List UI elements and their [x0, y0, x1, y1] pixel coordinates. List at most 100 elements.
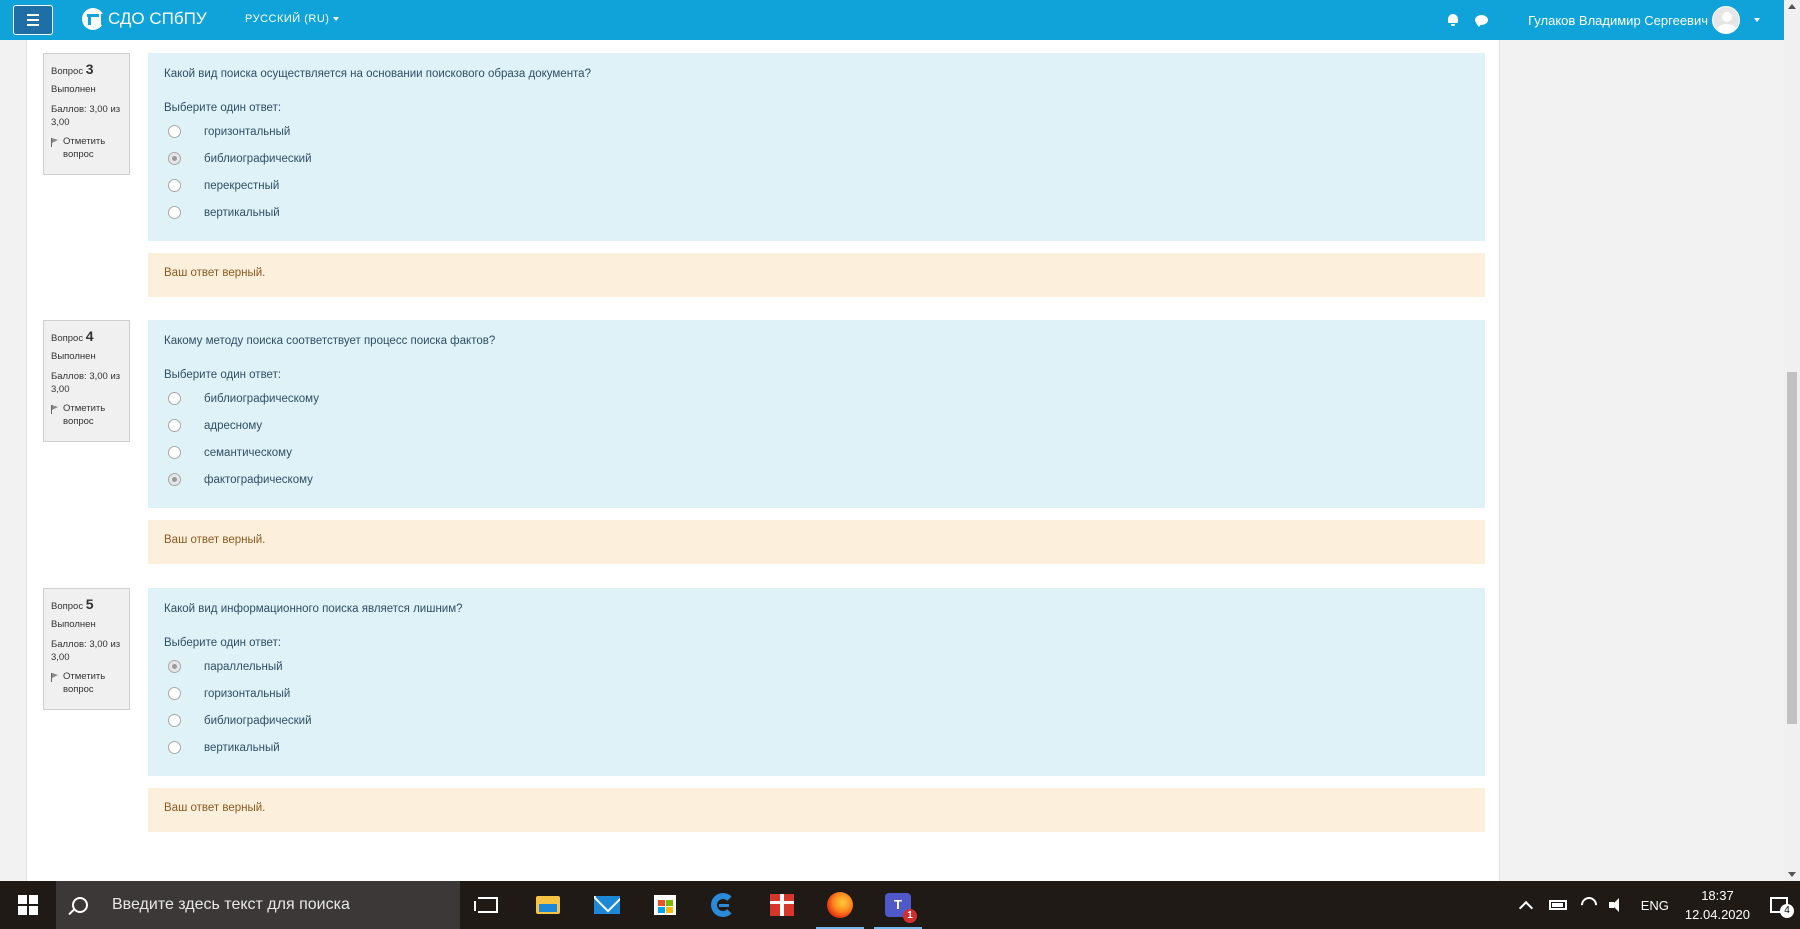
firefox-icon: [827, 892, 853, 918]
answer-label: семантическому: [204, 446, 292, 459]
language-menu[interactable]: Русский (ru): [245, 13, 340, 25]
question-number: 3: [85, 61, 94, 77]
radio-button-selected[interactable]: [168, 152, 181, 166]
windows-start-button[interactable]: [0, 881, 56, 929]
answer-option[interactable]: фактографическому: [164, 466, 1469, 493]
answer-option[interactable]: библиографический: [164, 145, 1469, 172]
teams-button[interactable]: T1: [874, 881, 922, 929]
site-logo[interactable]: СДО СПбПУ: [82, 8, 207, 30]
avatar[interactable]: [1712, 6, 1740, 34]
notification-count: 4: [1780, 904, 1794, 918]
answer-option[interactable]: адресному: [164, 412, 1469, 439]
clock-date: 12.04.2020: [1684, 907, 1750, 922]
task-view-button[interactable]: [464, 881, 512, 929]
answer-option[interactable]: перекрестный: [164, 172, 1469, 199]
feedback-box: Ваш ответ верный.: [148, 520, 1485, 564]
question-grade: Баллов: 3,00 из 3,00: [51, 370, 121, 395]
search-icon: [72, 897, 88, 913]
taskbar-search-placeholder: Введите здесь текст для поиска: [112, 896, 350, 913]
question-number: 4: [85, 328, 94, 344]
flag-question-link[interactable]: Отметить вопрос: [51, 403, 122, 429]
question-info: Вопрос 4 Выполнен Баллов: 3,00 из 3,00 О…: [43, 320, 130, 442]
answer-option[interactable]: семантическому: [164, 439, 1469, 466]
flag-question-link[interactable]: Отметить вопрос: [51, 671, 122, 697]
question-label: Вопрос: [51, 66, 84, 77]
answer-label: вертикальный: [204, 741, 280, 754]
answer-label: адресному: [204, 419, 263, 432]
answer-option[interactable]: библиографическому: [164, 385, 1469, 412]
answer-prompt: Выберите один ответ:: [164, 102, 282, 115]
bell-icon[interactable]: [1447, 14, 1459, 26]
answer-label: горизонтальный: [204, 125, 291, 138]
flag-icon: [51, 138, 59, 148]
language-label: Русский (ru): [245, 13, 330, 25]
answer-label: параллельный: [204, 660, 283, 673]
question-grade: Баллов: 3,00 из 3,00: [51, 638, 121, 663]
radio-button[interactable]: [168, 392, 181, 406]
clock[interactable]: 18:37 12.04.2020: [1685, 886, 1750, 925]
question-formulation: Какой вид поиска осуществляется на основ…: [148, 53, 1485, 241]
answer-prompt: Выберите один ответ:: [164, 369, 282, 382]
radio-button-selected[interactable]: [168, 473, 181, 487]
teams-icon: T1: [885, 893, 917, 923]
chevron-down-icon[interactable]: [1754, 18, 1760, 22]
gift-app-button[interactable]: [758, 881, 806, 929]
volume-icon[interactable]: [1608, 898, 1625, 912]
chat-icon[interactable]: [1475, 15, 1489, 27]
firefox-button[interactable]: [816, 881, 864, 929]
store-icon: [654, 895, 676, 915]
question-formulation: Какому методу поиска соответствует проце…: [148, 320, 1485, 508]
flag-question-link[interactable]: Отметить вопрос: [51, 136, 122, 162]
feedback-box: Ваш ответ верный.: [148, 788, 1485, 832]
wifi-icon[interactable]: [1577, 893, 1601, 917]
gift-icon: [770, 894, 794, 916]
radio-button[interactable]: [168, 179, 181, 193]
question-state: Выполнен: [51, 618, 96, 630]
menu-toggle-button[interactable]: [13, 5, 53, 35]
scroll-up-icon[interactable]: [1788, 4, 1796, 9]
radio-button[interactable]: [168, 741, 181, 755]
store-button[interactable]: [641, 881, 689, 929]
answer-option[interactable]: горизонтальный: [164, 680, 1469, 707]
radio-button[interactable]: [168, 687, 181, 701]
answer-list: библиографическому адресному семантическ…: [164, 385, 1469, 493]
edge-icon: [711, 893, 735, 917]
radio-button-selected[interactable]: [168, 660, 181, 674]
edge-button[interactable]: [699, 881, 747, 929]
radio-button[interactable]: [168, 206, 181, 220]
scroll-down-icon[interactable]: [1788, 872, 1796, 877]
flag-icon: [51, 673, 59, 683]
radio-button[interactable]: [168, 125, 181, 139]
answer-option[interactable]: вертикальный: [164, 734, 1469, 761]
question-label: Вопрос: [51, 601, 84, 612]
answer-option[interactable]: вертикальный: [164, 199, 1469, 226]
notification-center-icon[interactable]: 4: [1770, 897, 1794, 918]
page-scrollbar[interactable]: [1784, 0, 1800, 881]
file-explorer-button[interactable]: [524, 881, 572, 929]
flag-label: Отметить вопрос: [63, 403, 106, 428]
battery-icon[interactable]: [1548, 900, 1567, 910]
feedback-box: Ваш ответ верный.: [148, 253, 1485, 297]
radio-button[interactable]: [168, 714, 181, 728]
taskbar-search[interactable]: Введите здесь текст для поиска: [56, 881, 460, 929]
chevron-down-icon: [333, 17, 340, 22]
windows-taskbar: Введите здесь текст для поиска T1 ENG 18…: [0, 881, 1800, 929]
folder-icon: [536, 896, 560, 914]
answer-label: фактографическому: [204, 473, 313, 486]
scroll-thumb[interactable]: [1787, 372, 1797, 724]
flag-label: Отметить вопрос: [63, 136, 106, 161]
mail-icon: [594, 896, 620, 914]
answer-option[interactable]: параллельный: [164, 653, 1469, 680]
answer-option[interactable]: библиографический: [164, 707, 1469, 734]
radio-button[interactable]: [168, 446, 181, 460]
input-language[interactable]: ENG: [1641, 898, 1669, 913]
radio-button[interactable]: [168, 419, 181, 433]
answer-option[interactable]: горизонтальный: [164, 118, 1469, 145]
mail-button[interactable]: [583, 881, 631, 929]
question-state: Выполнен: [51, 350, 96, 362]
user-name[interactable]: Гулаков Владимир Сергеевич: [1528, 13, 1708, 28]
answer-label: перекрестный: [204, 179, 280, 192]
chevron-up-icon[interactable]: [1518, 900, 1533, 916]
task-view-icon: [474, 897, 498, 913]
answer-label: библиографический: [204, 714, 312, 727]
